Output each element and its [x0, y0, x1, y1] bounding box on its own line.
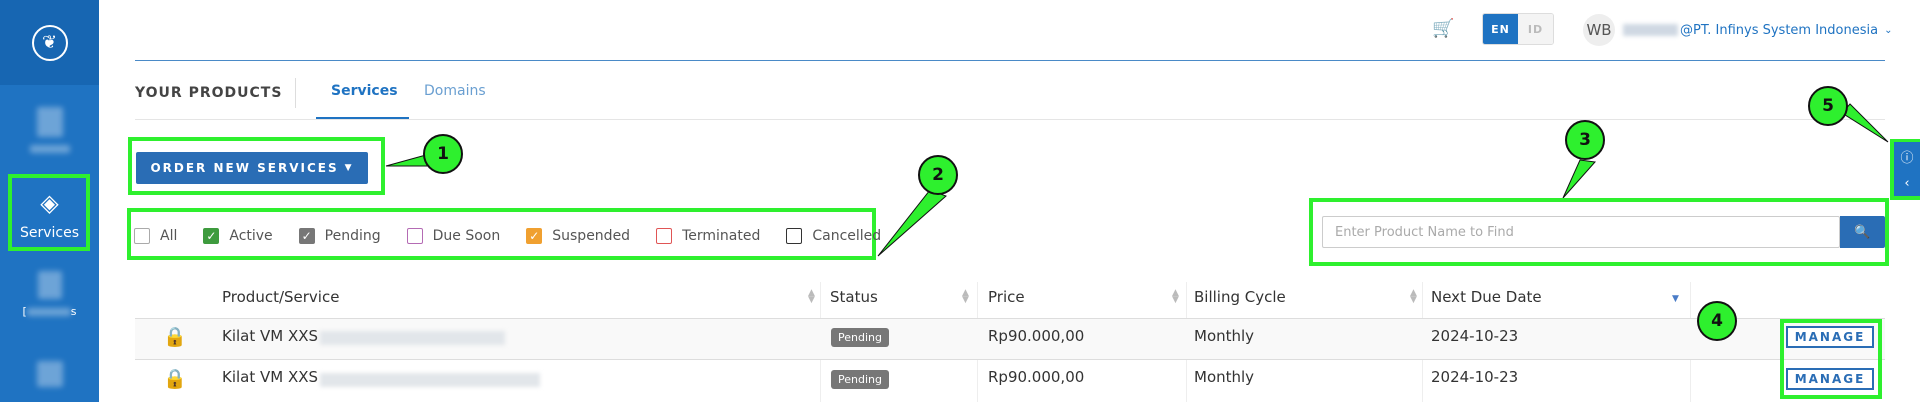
filter-due-soon[interactable]: Due Soon — [406, 228, 501, 244]
annotation-badge-4: 4 — [1697, 301, 1737, 341]
annotation-badge-2: 2 — [918, 155, 958, 195]
checkbox-cancelled[interactable] — [786, 228, 803, 244]
column-header-billing-cycle[interactable]: Billing Cycle — [1194, 288, 1286, 306]
checkbox-suspended[interactable]: ✓ — [526, 228, 543, 244]
filter-label: Suspended — [552, 228, 631, 244]
annotation-badge-3: 3 — [1565, 120, 1605, 160]
next-due-date: 2024-10-23 — [1431, 327, 1519, 345]
column-header-next-due-date[interactable]: Next Due Date — [1431, 288, 1542, 306]
filter-pending[interactable]: ✓ Pending — [298, 228, 381, 244]
next-due-date: 2024-10-23 — [1431, 368, 1519, 386]
checkbox-due-soon[interactable] — [406, 228, 423, 244]
price: Rp90.000,00 — [988, 368, 1085, 386]
sort-icon[interactable]: ▲ ▼ — [962, 289, 969, 305]
info-panel-toggle[interactable]: ⓘ ‹ — [1894, 142, 1920, 196]
pointer-3 — [1562, 159, 1596, 199]
checkbox-pending[interactable]: ✓ — [298, 228, 315, 244]
checkbox-terminated[interactable] — [656, 228, 673, 244]
highlight-box-manage — [1780, 319, 1882, 399]
column-header-price[interactable]: Price — [988, 288, 1025, 306]
pointer-5 — [1841, 103, 1889, 143]
caret-down-icon: ▼ — [344, 163, 354, 173]
filter-label: Active — [229, 228, 273, 244]
status-filters: All ✓ Active ✓ Pending Due Soon ✓ Suspen… — [134, 222, 881, 250]
sort-icon[interactable]: ▲ ▼ — [1172, 289, 1179, 305]
status-badge: Pending — [831, 328, 889, 347]
checkbox-active[interactable]: ✓ — [203, 228, 220, 244]
annotation-badge-5: 5 — [1808, 86, 1848, 126]
search-button[interactable]: 🔍 — [1840, 216, 1885, 248]
billing-cycle: Monthly — [1194, 368, 1255, 386]
sort-desc-icon[interactable]: ▼ — [1672, 295, 1679, 304]
filter-terminated[interactable]: Terminated — [656, 228, 760, 244]
product-name[interactable]: Kilat VM XXS — [222, 327, 318, 345]
checkbox-all[interactable] — [134, 228, 150, 244]
billing-cycle: Monthly — [1194, 327, 1255, 345]
sort-icon[interactable]: ▲ ▼ — [808, 289, 815, 305]
lock-icon: 🔒 — [163, 368, 187, 390]
filter-label: Pending — [324, 228, 381, 244]
filter-label: Due Soon — [432, 228, 501, 244]
search-icon: 🔍 — [1854, 224, 1871, 240]
lock-icon: 🔒 — [163, 326, 187, 348]
column-header-status[interactable]: Status — [830, 288, 878, 306]
filter-active[interactable]: ✓ Active — [203, 228, 273, 244]
info-icon: ⓘ — [1900, 151, 1914, 166]
order-button-label: ORDER NEW SERVICES — [150, 161, 339, 175]
sort-icon[interactable]: ▲ ▼ — [1410, 289, 1417, 305]
filter-suspended[interactable]: ✓ Suspended — [526, 228, 630, 244]
row-divider — [135, 359, 1885, 360]
filter-label: Terminated — [682, 228, 761, 244]
column-header-product[interactable]: Product/Service — [222, 288, 339, 306]
blurred-product-detail — [320, 373, 540, 387]
product-name[interactable]: Kilat VM XXS — [222, 368, 318, 386]
filter-cancelled[interactable]: Cancelled — [786, 228, 881, 244]
filter-all[interactable]: All — [134, 228, 177, 244]
status-badge: Pending — [831, 370, 889, 389]
chevron-left-icon: ‹ — [1904, 176, 1910, 191]
search-input[interactable] — [1322, 216, 1840, 248]
filter-label: All — [160, 228, 178, 244]
blurred-product-detail — [320, 331, 505, 345]
pointer-2 — [877, 189, 947, 257]
price: Rp90.000,00 — [988, 327, 1085, 345]
filter-label: Cancelled — [812, 228, 882, 244]
order-new-services-button[interactable]: ORDER NEW SERVICES ▼ — [136, 152, 368, 184]
annotation-badge-1: 1 — [423, 134, 463, 174]
app-root: ❦ ◈ Services [ s 🛒 EN ID WB @PT. Infinys… — [0, 0, 1920, 402]
